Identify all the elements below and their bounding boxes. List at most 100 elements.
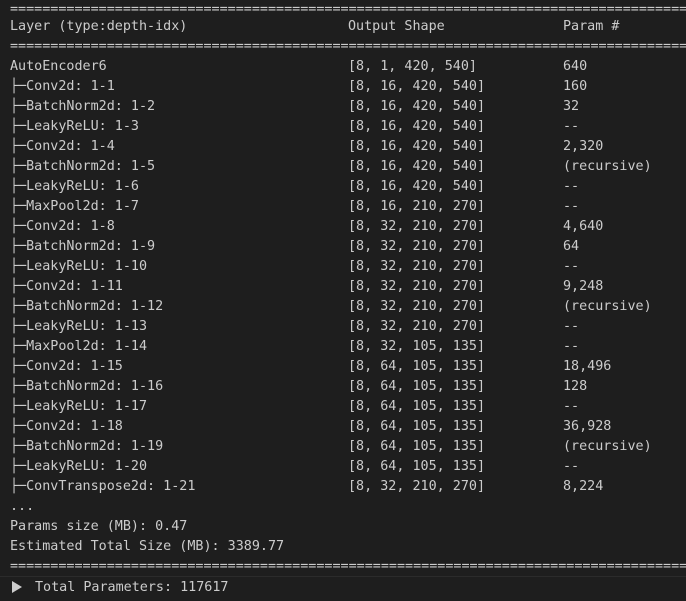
layer-name: ├─MaxPool2d: 1-14	[10, 337, 147, 357]
tree-branch: ├─	[10, 479, 27, 494]
separator-line: ========================================…	[10, 39, 686, 54]
output-shape: [8, 64, 105, 135]	[348, 459, 486, 474]
triangle-right-icon[interactable]	[12, 581, 22, 593]
tree-branch: ├─	[10, 119, 27, 134]
table-row: ├─LeakyReLU: 1-13 [8, 32, 210, 270] --	[10, 317, 686, 337]
param-count: (recursive)	[563, 299, 652, 314]
layer-label: BatchNorm2d: 1-12	[26, 299, 164, 314]
table-row: ├─BatchNorm2d: 1-9 [8, 32, 210, 270] 64	[10, 237, 686, 257]
layer-label: MaxPool2d: 1-14	[26, 339, 148, 354]
tree-branch: ├─	[10, 79, 27, 94]
layer-label: LeakyReLU: 1-20	[26, 459, 148, 474]
layer-name: ├─BatchNorm2d: 1-9	[10, 237, 155, 257]
table-row: ├─MaxPool2d: 1-14 [8, 32, 105, 135] --	[10, 337, 686, 357]
total-parameters-toggle[interactable]: Total Parameters: 117617	[0, 576, 686, 601]
layer-name: ├─MaxPool2d: 1-7	[10, 197, 139, 217]
output-shape: [8, 32, 210, 270]	[348, 479, 486, 494]
tree-branch: ├─	[10, 299, 27, 314]
output-shape: [8, 32, 210, 270]	[348, 239, 486, 254]
table-row: ├─LeakyReLU: 1-6 [8, 16, 420, 540] --	[10, 177, 686, 197]
layer-name: ├─LeakyReLU: 1-10	[10, 257, 147, 277]
layer-name: ├─Conv2d: 1-11	[10, 277, 123, 297]
header-param: Param #	[563, 19, 620, 34]
layer-name: ├─LeakyReLU: 1-6	[10, 177, 139, 197]
tree-branch: ├─	[10, 319, 27, 334]
param-count: 64	[563, 239, 580, 254]
param-count: (recursive)	[563, 159, 652, 174]
param-count: 2,320	[563, 139, 604, 154]
layer-name: ├─Conv2d: 1-4	[10, 137, 115, 157]
table-row: ├─LeakyReLU: 1-3 [8, 16, 420, 540] --	[10, 117, 686, 137]
table-row: ├─Conv2d: 1-18 [8, 64, 105, 135] 36,928	[10, 417, 686, 437]
layer-label: MaxPool2d: 1-7	[26, 199, 139, 214]
tree-branch: ├─	[10, 279, 27, 294]
layer-label: BatchNorm2d: 1-5	[26, 159, 156, 174]
layer-label: Conv2d: 1-11	[26, 279, 123, 294]
table-row: ├─BatchNorm2d: 1-16 [8, 64, 105, 135] 128	[10, 377, 686, 397]
param-count: 160	[563, 79, 588, 94]
param-count: --	[563, 119, 580, 134]
param-count: --	[563, 319, 580, 334]
tree-branch: ├─	[10, 199, 27, 214]
layer-name: ├─BatchNorm2d: 1-5	[10, 157, 155, 177]
tree-branch: ├─	[10, 259, 27, 274]
table-row: ├─BatchNorm2d: 1-19 [8, 64, 105, 135] (rec…	[10, 437, 686, 457]
output-shape: [8, 64, 105, 135]	[348, 399, 486, 414]
output-shape: [8, 64, 105, 135]	[348, 439, 486, 454]
layer-name: ├─BatchNorm2d: 1-16	[10, 377, 163, 397]
output-shape: [8, 16, 420, 540]	[348, 179, 486, 194]
layer-label: ConvTranspose2d: 1-21	[26, 479, 196, 494]
param-count: 9,248	[563, 279, 604, 294]
separator-line: ========================================…	[10, 559, 686, 574]
layer-label: LeakyReLU: 1-13	[26, 319, 148, 334]
output-shape: [8, 64, 105, 135]	[348, 379, 486, 394]
layer-label: LeakyReLU: 1-3	[26, 119, 139, 134]
table-row: ├─BatchNorm2d: 1-5 [8, 16, 420, 540] (recu…	[10, 157, 686, 177]
table-row: ├─BatchNorm2d: 1-2 [8, 16, 420, 540] 32	[10, 97, 686, 117]
output-shape: [8, 32, 210, 270]	[348, 319, 486, 334]
layer-name: ├─LeakyReLU: 1-3	[10, 117, 139, 137]
layer-label: BatchNorm2d: 1-9	[26, 239, 156, 254]
layer-name: ├─LeakyReLU: 1-13	[10, 317, 147, 337]
tree-branch: ├─	[10, 399, 27, 414]
output-shape: [8, 32, 210, 270]	[348, 259, 486, 274]
layer-name: ├─Conv2d: 1-8	[10, 217, 115, 237]
layer-name: ├─BatchNorm2d: 1-12	[10, 297, 163, 317]
table-row: ├─Conv2d: 1-4 [8, 16, 420, 540] 2,320	[10, 137, 686, 157]
output-shape: [8, 64, 105, 135]	[348, 419, 486, 434]
tree-branch: ├─	[10, 339, 27, 354]
output-shape: [8, 16, 420, 540]	[348, 159, 486, 174]
param-count: --	[563, 179, 580, 194]
param-count: 4,640	[563, 219, 604, 234]
layer-name: ├─ConvTranspose2d: 1-21	[10, 477, 195, 497]
layer-label: LeakyReLU: 1-17	[26, 399, 148, 414]
layer-name: ├─BatchNorm2d: 1-19	[10, 437, 163, 457]
tree-branch: ├─	[10, 219, 27, 234]
param-count: 8,224	[563, 479, 604, 494]
param-count: 128	[563, 379, 588, 394]
param-count: 32	[563, 99, 580, 114]
header-layer: Layer (type:depth-idx)	[10, 19, 188, 34]
table-row: ├─LeakyReLU: 1-17 [8, 64, 105, 135] --	[10, 397, 686, 417]
table-row: ├─Conv2d: 1-11 [8, 32, 210, 270] 9,248	[10, 277, 686, 297]
tree-branch: ├─	[10, 179, 27, 194]
tree-branch: ├─	[10, 439, 27, 454]
layer-label: BatchNorm2d: 1-16	[26, 379, 164, 394]
layer-label: BatchNorm2d: 1-19	[26, 439, 164, 454]
param-count: --	[563, 459, 580, 474]
tree-branch: ├─	[10, 379, 27, 394]
total-parameters-text: Total Parameters: 117617	[35, 580, 229, 595]
header-output-shape: Output Shape	[348, 19, 445, 34]
table-row: ├─LeakyReLU: 1-20 [8, 64, 105, 135] --	[10, 457, 686, 477]
root-row: AutoEncoder6 [8, 1, 420, 540] 640	[10, 57, 686, 77]
layer-name: ├─Conv2d: 1-18	[10, 417, 123, 437]
layer-name: ├─Conv2d: 1-15	[10, 357, 123, 377]
table-row: ├─Conv2d: 1-8 [8, 32, 210, 270] 4,640	[10, 217, 686, 237]
tree-branch: ├─	[10, 239, 27, 254]
output-shape: [8, 64, 105, 135]	[348, 359, 486, 374]
root-output-shape: [8, 1, 420, 540]	[348, 59, 477, 74]
tree-branch: ├─	[10, 359, 27, 374]
tree-branch: ├─	[10, 139, 27, 154]
layer-name: ├─BatchNorm2d: 1-2	[10, 97, 155, 117]
output-shape: [8, 16, 420, 540]	[348, 79, 486, 94]
